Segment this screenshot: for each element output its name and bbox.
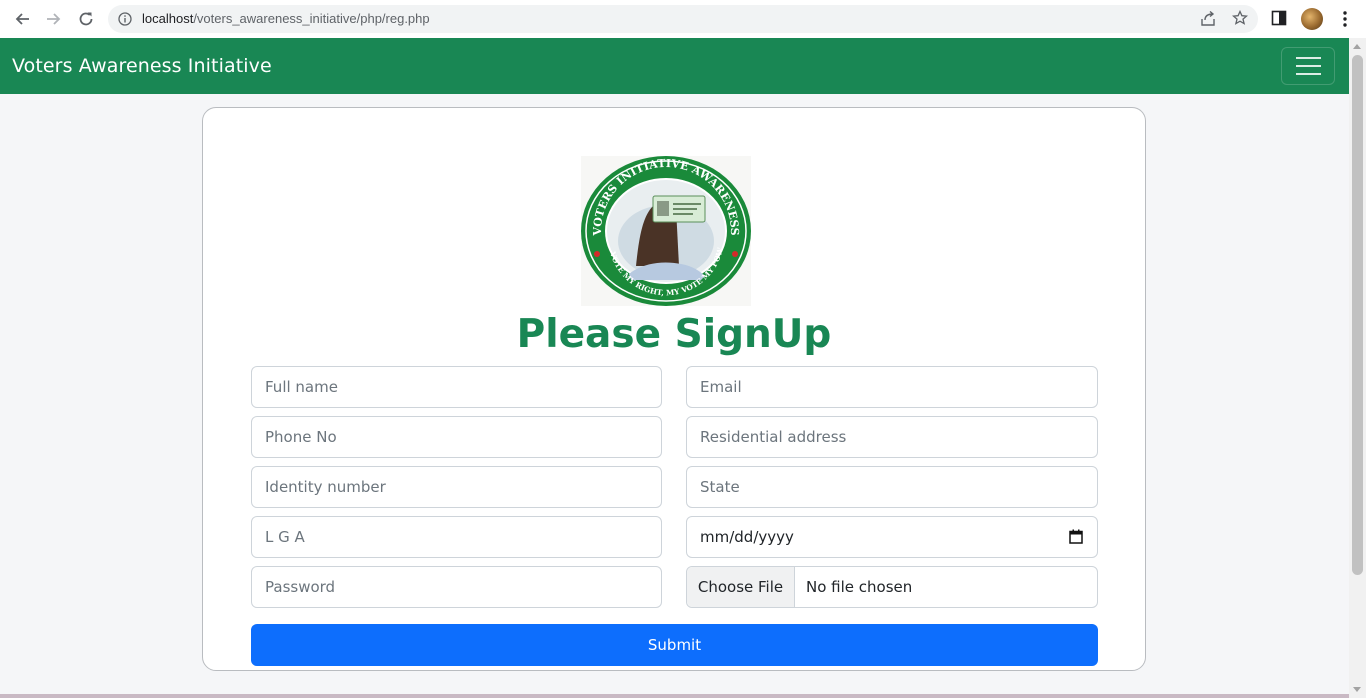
address-input[interactable] <box>687 417 1097 457</box>
phone-field[interactable] <box>251 416 662 458</box>
phone-input[interactable] <box>252 417 661 457</box>
side-panel-icon[interactable] <box>1271 10 1287 30</box>
lga-field[interactable] <box>251 516 662 558</box>
hamburger-bar <box>1296 57 1321 59</box>
page-scrollbar[interactable] <box>1349 38 1366 698</box>
navbar-toggler-button[interactable] <box>1281 47 1335 85</box>
share-icon[interactable] <box>1200 10 1216 31</box>
bookmark-star-icon[interactable] <box>1231 9 1249 30</box>
url-host: localhost <box>142 11 194 26</box>
scroll-up-arrow-icon[interactable] <box>1353 44 1361 49</box>
page-title: Please SignUp <box>516 312 832 357</box>
password-input[interactable] <box>252 567 661 607</box>
email-input[interactable] <box>687 367 1097 407</box>
date-of-birth-field[interactable]: mm/dd/yyyy <box>686 516 1098 558</box>
forward-icon[interactable] <box>44 9 64 29</box>
full-name-input[interactable] <box>252 367 661 407</box>
address-field[interactable] <box>686 416 1098 458</box>
url-text[interactable]: localhost/voters_awareness_initiative/ph… <box>142 11 430 26</box>
navbar-brand[interactable]: Voters Awareness Initiative <box>12 55 272 77</box>
identity-number-field[interactable] <box>251 466 662 508</box>
identity-number-input[interactable] <box>252 467 661 507</box>
voters-initiative-logo: VOTERS INITIATIVE AWARENESS MY VOTE MY R… <box>577 149 751 306</box>
browser-toolbar: localhost/voters_awareness_initiative/ph… <box>0 0 1366 39</box>
scroll-down-arrow-icon[interactable] <box>1353 687 1361 692</box>
password-field[interactable] <box>251 566 662 608</box>
email-field[interactable] <box>686 366 1098 408</box>
state-input[interactable] <box>687 467 1097 507</box>
reload-icon[interactable] <box>76 9 96 29</box>
calendar-icon[interactable] <box>1069 529 1083 548</box>
lga-input[interactable] <box>252 517 661 557</box>
choose-file-button[interactable]: Choose File <box>687 567 795 607</box>
submit-button[interactable]: Submit <box>251 624 1098 666</box>
full-name-field[interactable] <box>251 366 662 408</box>
site-info-icon[interactable] <box>118 11 132 30</box>
hamburger-bar <box>1296 65 1321 67</box>
scrollbar-thumb[interactable] <box>1352 55 1363 575</box>
file-upload-field[interactable]: Choose File No file chosen <box>686 566 1098 608</box>
bottom-edge <box>0 694 1349 698</box>
hamburger-bar <box>1296 73 1321 75</box>
top-navbar: Voters Awareness Initiative <box>0 38 1349 94</box>
url-path: /voters_awareness_initiative/php/reg.php <box>193 11 430 26</box>
date-input-text[interactable]: mm/dd/yyyy <box>700 528 794 546</box>
back-icon[interactable] <box>12 9 32 29</box>
file-status-text: No file chosen <box>806 578 913 596</box>
state-field[interactable] <box>686 466 1098 508</box>
menu-kebab-icon[interactable] <box>1339 9 1351 33</box>
signup-card: VOTERS INITIATIVE AWARENESS MY VOTE MY R… <box>202 107 1146 671</box>
profile-avatar[interactable] <box>1301 8 1323 30</box>
address-bar[interactable]: localhost/voters_awareness_initiative/ph… <box>108 5 1258 33</box>
